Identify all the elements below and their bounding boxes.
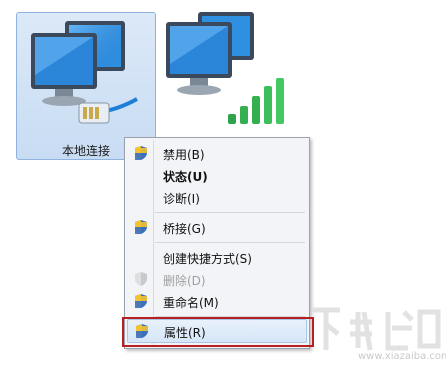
- menu-separator: [155, 212, 305, 213]
- menu-separator: [155, 242, 305, 243]
- menu-item-create-shortcut[interactable]: 创建快捷方式(S): [127, 246, 307, 268]
- watermark-url: www.xiazaiba.com: [358, 351, 446, 362]
- menu-item-label: 桥接(G): [163, 222, 206, 236]
- uac-shield-icon: [135, 294, 147, 308]
- menu-item-delete: 删除(D): [127, 268, 307, 290]
- menu-item-label: 诊断(I): [163, 192, 200, 206]
- menu-item-label: 禁用(B): [163, 148, 205, 162]
- menu-item-bridge[interactable]: 桥接(G): [127, 216, 307, 238]
- menu-item-diagnose[interactable]: 诊断(I): [127, 186, 307, 208]
- uac-shield-icon: [135, 220, 147, 234]
- menu-item-label: 删除(D): [163, 274, 206, 288]
- network-connections-window: 本地连接 禁用(B) 状态(U) 诊断(I) 桥接(G) 创建快捷方式(S) 删…: [0, 0, 446, 370]
- wired-network-icon: [31, 21, 138, 124]
- menu-item-rename[interactable]: 重命名(M): [127, 290, 307, 312]
- wireless-network-icon: [166, 12, 284, 124]
- menu-item-disable[interactable]: 禁用(B): [127, 142, 307, 164]
- menu-item-label: 状态(U): [163, 170, 208, 184]
- uac-shield-icon: [135, 146, 147, 160]
- annotation-highlight-box: [122, 317, 314, 347]
- menu-item-label: 重命名(M): [163, 296, 219, 310]
- uac-shield-icon: [135, 272, 147, 286]
- wireless-connection-tile[interactable]: [162, 12, 292, 132]
- menu-item-label: 创建快捷方式(S): [163, 252, 252, 266]
- menu-item-status[interactable]: 状态(U): [127, 164, 307, 186]
